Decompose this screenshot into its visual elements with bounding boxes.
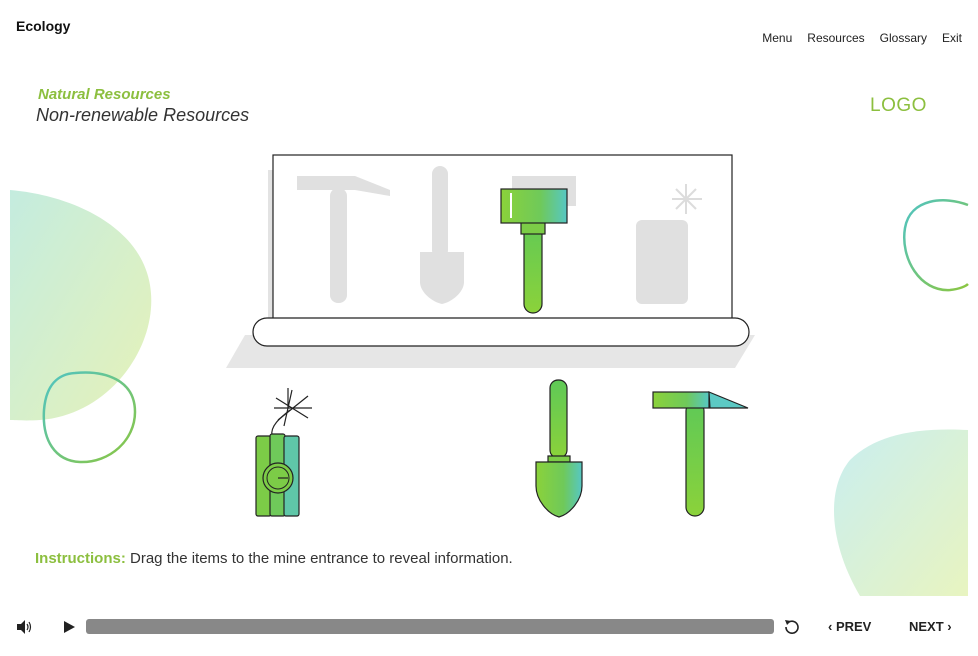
- instructions: Instructions: Drag the items to the mine…: [35, 550, 513, 567]
- next-button[interactable]: NEXT ›: [909, 619, 952, 634]
- instructions-label: Instructions:: [35, 550, 126, 567]
- volume-icon[interactable]: [16, 619, 32, 635]
- prev-button[interactable]: ‹ PREV: [828, 619, 871, 634]
- play-icon[interactable]: [62, 620, 76, 634]
- next-label: NEXT: [909, 619, 944, 634]
- shelf: [252, 317, 750, 347]
- chevron-left-icon: ‹: [828, 619, 836, 634]
- replay-icon[interactable]: [782, 617, 802, 637]
- draggable-shovel-icon[interactable]: [530, 378, 590, 520]
- drop-zone-shadow: [268, 170, 273, 318]
- draggable-pickaxe-icon[interactable]: [650, 382, 754, 522]
- placeholder-dynamite-icon: [636, 220, 688, 304]
- prev-label: PREV: [835, 619, 872, 634]
- instructions-text: Drag the items to the mine entrance to r…: [125, 550, 513, 567]
- chevron-right-icon: ›: [943, 619, 952, 634]
- draggable-dynamite-icon[interactable]: [250, 388, 340, 523]
- progress-bar[interactable]: [86, 619, 774, 634]
